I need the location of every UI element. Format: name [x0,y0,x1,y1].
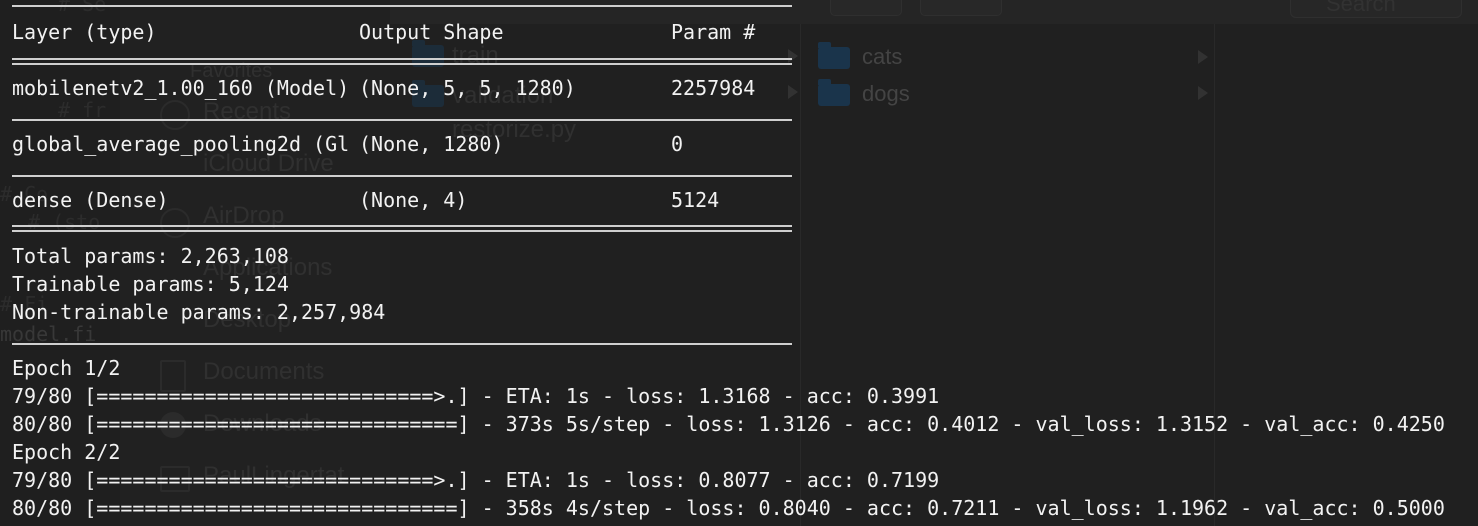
header-params: Param # [671,20,756,44]
epoch-label: Epoch 1/2 [12,356,121,380]
column-divider [1214,24,1215,526]
row-params: 5124 [671,188,720,212]
row-rule [12,119,792,121]
header-output-shape: Output Shape [359,20,504,44]
row-layer: global_average_pooling2d (Gl [12,132,350,156]
table-top-rule [12,5,792,7]
row-layer: dense (Dense) [12,188,169,212]
row-output-shape: (None, 4) [359,188,468,212]
progress-line: 80/80 [==============================] -… [12,496,1445,520]
epoch-label: Epoch 2/2 [12,440,121,464]
terminal-window[interactable]: Search Favorites Recents iCloud Drive Ai… [0,0,1478,526]
header-layer: Layer (type) [12,20,157,44]
folder-icon [818,42,850,69]
progress-line: 79/80 [============================>.] -… [12,468,940,492]
share-button-ghost [830,0,902,16]
chevron-right-icon [788,85,798,99]
folder-icon [818,79,850,106]
chevron-right-icon [1198,86,1208,100]
chevron-right-icon [1198,50,1208,64]
header-double-rule [12,58,792,65]
column-divider [800,24,801,526]
tags-button-ghost [920,0,1002,16]
trainable-params: Trainable params: 5,124 [12,272,289,296]
row-params: 0 [671,132,684,156]
table-bottom-double-rule [12,225,792,232]
row-output-shape: (None, 1280) [359,132,504,156]
row-output-shape: (None, 5, 5, 1280) [359,76,576,100]
row-layer: mobilenetv2_1.00_160 (Model) [12,76,350,100]
summary-end-rule [12,343,792,345]
folder-cats[interactable]: cats [862,44,902,70]
progress-line: 79/80 [============================>.] -… [12,384,940,408]
total-params: Total params: 2,263,108 [12,244,289,268]
folder-dogs[interactable]: dogs [862,81,910,107]
row-params: 2257984 [671,76,756,100]
editor-line-ghost: # Se [58,0,107,16]
row-rule [12,175,792,177]
progress-line: 80/80 [==============================] -… [12,412,1445,436]
search-field-ghost [1290,0,1462,18]
non-trainable-params: Non-trainable params: 2,257,984 [12,300,386,324]
